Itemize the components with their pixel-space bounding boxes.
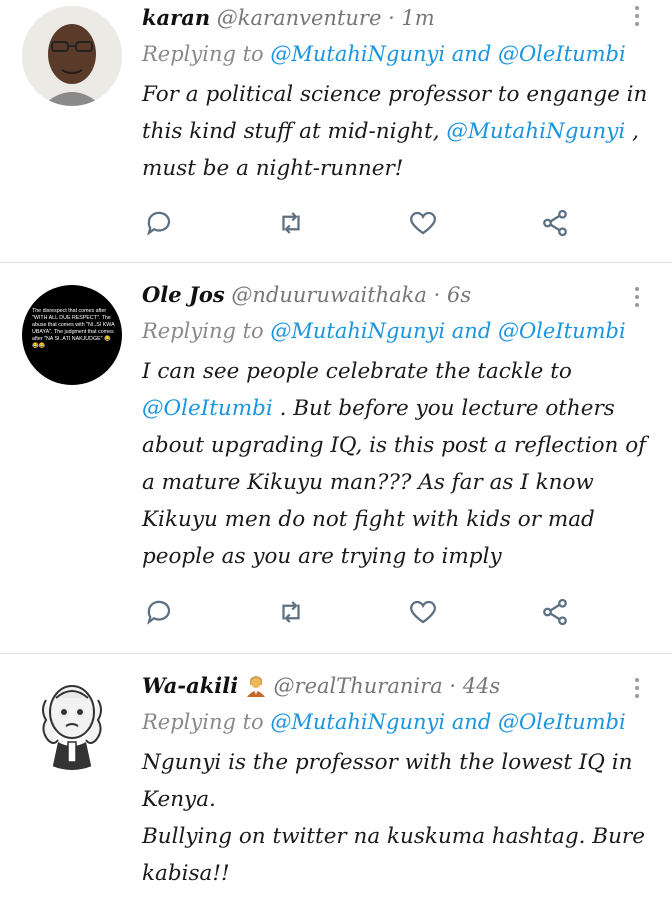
share-icon[interactable]	[540, 597, 572, 629]
mention-link[interactable]: @OleItumbi	[498, 42, 626, 66]
like-icon[interactable]	[408, 597, 440, 629]
tweet-header: Ole Jos @nduuruwaithaka · 6s	[142, 281, 652, 309]
tweet-text: Ngunyi is the professor with the lowest …	[142, 750, 645, 886]
handle[interactable]: @karanventure	[217, 6, 382, 30]
tweet-header: Wa-akili @realThuranira · 44s	[142, 672, 652, 700]
retweet-icon[interactable]	[276, 208, 308, 240]
timestamp[interactable]: · 1m	[388, 6, 435, 30]
tweet-text: For a political science professor to eng…	[142, 82, 648, 181]
share-icon[interactable]	[540, 208, 572, 240]
reply-icon[interactable]	[144, 597, 176, 629]
display-name[interactable]: Ole Jos	[142, 282, 225, 307]
handle[interactable]: @realThuranira	[274, 674, 443, 698]
timestamp[interactable]: · 6s	[434, 283, 472, 307]
display-name[interactable]: karan	[142, 5, 210, 30]
avatar[interactable]	[22, 6, 122, 106]
replying-to: Replying to @MutahiNgunyi and @OleItumbi	[142, 319, 626, 343]
avatar-meme-text: The disrespect that comes after "WITH AL…	[32, 308, 115, 349]
tweet-text: I can see people celebrate the tackle to…	[142, 359, 647, 569]
tweet-actions	[142, 208, 602, 240]
mention-link[interactable]: @OleItumbi	[498, 319, 626, 343]
tweet-header: karan @karanventure · 1m	[142, 4, 652, 32]
judge-emoji-icon	[245, 673, 267, 697]
replying-to: Replying to @MutahiNgunyi and @OleItumbi	[142, 42, 626, 66]
replying-to: Replying to @MutahiNgunyi and @OleItumbi	[142, 710, 626, 734]
handle[interactable]: @nduuruwaithaka	[231, 283, 427, 307]
avatar[interactable]	[22, 670, 122, 770]
avatar[interactable]: The disrespect that comes after "WITH AL…	[22, 285, 122, 385]
tweet-actions	[142, 597, 602, 629]
mention-link[interactable]: @MutahiNgunyi	[446, 119, 625, 144]
mention-link[interactable]: @MutahiNgunyi	[270, 42, 445, 66]
reply-icon[interactable]	[144, 208, 176, 240]
mention-link[interactable]: @OleItumbi	[142, 396, 273, 421]
like-icon[interactable]	[408, 208, 440, 240]
mention-link[interactable]: @MutahiNgunyi	[270, 319, 445, 343]
timestamp[interactable]: · 44s	[449, 674, 500, 698]
tweet[interactable]: Wa-akili @realThuranira · 44s Replying t…	[0, 654, 672, 920]
display-name[interactable]: Wa-akili	[142, 673, 238, 698]
tweet[interactable]: The disrespect that comes after "WITH AL…	[0, 263, 672, 654]
retweet-icon[interactable]	[276, 597, 308, 629]
tweet[interactable]: karan @karanventure · 1m Replying to @Mu…	[0, 0, 672, 263]
mention-link[interactable]: @OleItumbi	[498, 710, 626, 734]
mention-link[interactable]: @MutahiNgunyi	[270, 710, 445, 734]
